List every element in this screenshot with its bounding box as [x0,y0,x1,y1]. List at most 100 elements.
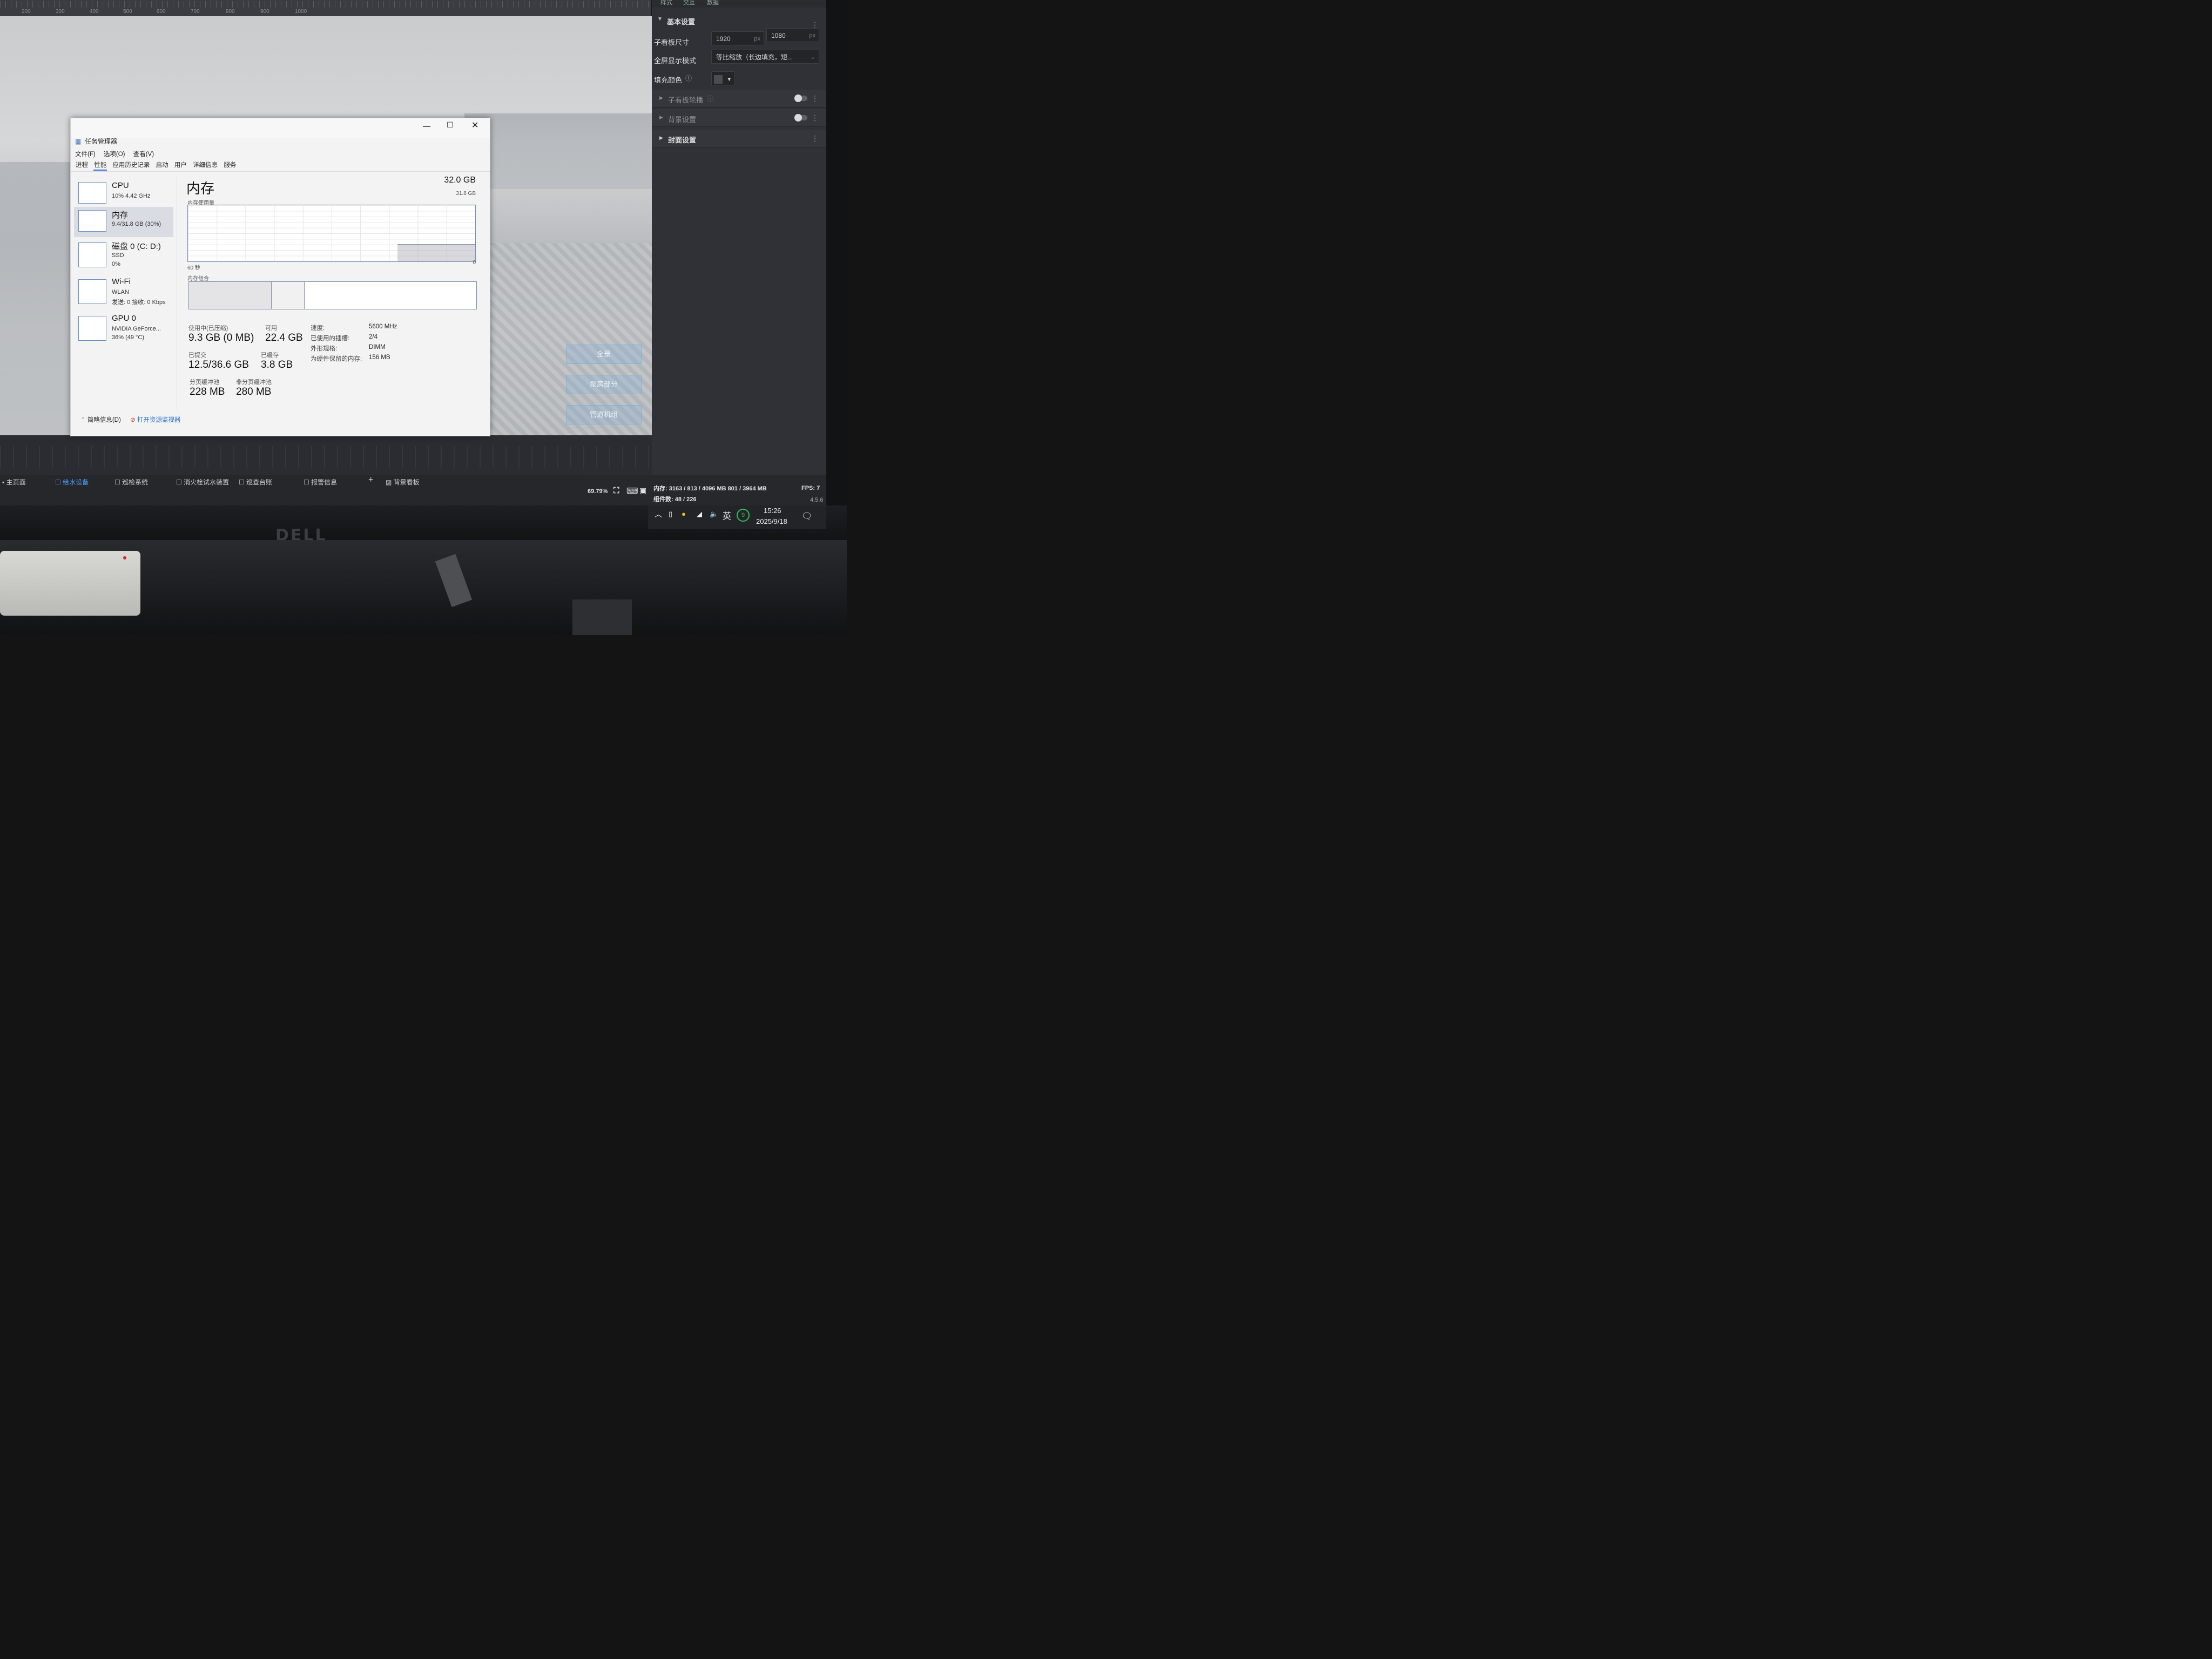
more-icon[interactable]: ⋮ [811,113,819,123]
sidebar-item-cpu[interactable]: CPU 10% 4.42 GHz [74,179,173,209]
sidebar-item-label: Wi-Fi [112,277,131,286]
add-tab-button[interactable]: + [368,475,373,485]
usage-max: 31.8 GB [456,191,476,197]
carousel-section[interactable]: ▶ 子看板轮播 ⓘ ⋮ [652,90,826,107]
status-bar: 69.79% ⛶ ⌨ ▣ 内存: 3163 / 813 / 4096 MB 80… [582,475,826,505]
sidebar-item-disk[interactable]: 磁盘 0 (C: D:) SSD 0% [74,238,173,271]
tab-data[interactable]: 数据 [707,0,719,6]
tab-water-supply[interactable]: ☐ 给水设备 [55,477,89,487]
more-icon[interactable]: ⋮ [811,134,819,143]
available-label: 可用 [265,325,277,332]
tab-style[interactable]: 样式 [660,0,672,6]
sidebar-item-detail: SSD [112,252,124,259]
fit-screen-icon[interactable]: ⛶ [613,486,619,495]
sidebar-item-gpu[interactable]: GPU 0 NVIDIA GeForce... 36% (49 °C) [74,312,173,344]
basic-section-header[interactable]: ▼ 基本设置 ⋮ [652,13,826,29]
tab-interaction[interactable]: 交互 [683,0,695,6]
sidebar-item-memory[interactable]: 内存 9.4/31.8 GB (30%) [74,207,173,237]
color-picker[interactable]: ▼ [711,71,735,85]
ruler-label: 900 [260,9,269,15]
color-swatch [714,75,723,84]
app-badge[interactable]: 9 [737,509,750,522]
brief-info-link[interactable]: 简略信息(D) [87,417,121,423]
building-model [464,113,652,189]
memory-composition-bar [188,281,477,309]
sidebar-item-label: CPU [112,181,129,190]
nonpaged-pool-label: 非分页缓冲池 [236,379,272,386]
tab-inspection[interactable]: ☐ 巡检系统 [114,477,148,487]
cover-section[interactable]: ▶ 封面设置 ⋮ [652,130,826,147]
window-title: 任务管理器 [85,138,118,145]
sidebar-item-detail: WLAN [112,289,129,295]
tab-hydrant-test[interactable]: ☐ 消火栓试水装置 [176,477,229,487]
tab-bar: 进程 性能 应用历史记录 启动 用户 详细信息 服务 [75,160,240,171]
tab-users[interactable]: 用户 [174,161,187,170]
carousel-toggle[interactable] [794,95,807,102]
committed-value: 12.5/36.6 GB [188,359,249,370]
caret-right-icon: ▶ [659,135,663,140]
panorama-button[interactable]: 全景 [566,345,642,364]
tab-startup[interactable]: 启动 [156,161,169,170]
ime-indicator[interactable]: 英 [723,509,731,522]
tab-performance[interactable]: 性能 [93,161,107,171]
spec-value: 5600 MHz [369,323,397,330]
tab-background-board[interactable]: ▨ 背景看板 [386,477,420,487]
tablet-icon[interactable]: ▯ [669,510,672,518]
spec-value: DIMM [369,344,386,350]
network-icon[interactable]: ◢ [697,510,702,518]
minimize-button[interactable]: — [423,122,430,130]
tab-label: 给水设备 [63,478,89,486]
spec-key: 已使用的插槽: [311,335,350,342]
more-icon[interactable]: ⋮ [811,94,819,103]
cable [572,599,632,635]
chevron-up-icon[interactable]: ⌃ [80,417,86,423]
resource-monitor-link[interactable]: 打开资源监视器 [137,417,181,423]
tab-processes[interactable]: 进程 [75,161,89,170]
chevron-up-icon[interactable]: ︿ [655,509,662,520]
sidebar-item-detail: 0% [112,261,120,267]
ruler-ticks [0,1,651,8]
background-toggle[interactable] [794,114,807,122]
menu-bar: 文件(F) 选项(O) 查看(V) [75,150,160,158]
terminal-icon[interactable]: ▣ [639,486,646,495]
notification-icon[interactable]: 🗨 [801,511,812,522]
clock-date[interactable]: 2025/9/18 [756,517,787,525]
menu-view[interactable]: 查看(V) [133,151,154,158]
tab-home[interactable]: ▪ 主页面 [2,477,26,487]
security-icon[interactable]: ● [682,510,686,518]
help-icon[interactable]: ⓘ [685,73,692,83]
volume-icon[interactable]: 🔈 [710,510,718,518]
close-button[interactable]: ✕ [471,120,478,131]
cpu-thumbnail [78,182,106,204]
sidebar-item-detail: 发送: 0 接收: 0 Kbps [112,299,166,306]
tab-alarm[interactable]: ☐ 报警信息 [304,477,337,487]
task-manager-icon: ▦ [75,138,82,145]
cached-value: 3.8 GB [261,359,293,370]
height-input[interactable]: 1080 px [766,28,819,42]
tab-app-history[interactable]: 应用历史记录 [112,161,150,170]
segment-divider [304,282,305,309]
maximize-button[interactable]: ☐ [447,120,454,130]
clock-time[interactable]: 15:26 [764,507,781,515]
component-count: 组件数: 48 / 226 [653,496,697,503]
fullscreen-select[interactable]: 等比缩放（长边填充，短... ⌄ [711,50,819,64]
cached-label: 已缓存 [261,352,279,359]
background-section[interactable]: ▶ 背景设置 ⋮ [652,109,826,127]
sidebar-item-wifi[interactable]: Wi-Fi WLAN 发送: 0 接收: 0 Kbps [74,275,173,307]
menu-file[interactable]: 文件(F) [75,151,96,158]
tab-patrol-ledger[interactable]: ☐ 巡查台账 [239,477,272,487]
in-use-segment [189,282,271,309]
width-input[interactable]: 1920 px [711,31,764,45]
windows-taskbar: ︿ ▯ ● ◢ 🔈 英 9 15:26 2025/9/18 🗨 [648,505,826,529]
tab-details[interactable]: 详细信息 [192,161,218,170]
unit-label: px [809,32,815,39]
pipe-unit-button[interactable]: 管道机组 [566,405,642,424]
caret-down-icon: ▼ [657,16,663,22]
menu-options[interactable]: 选项(O) [104,151,125,158]
pump-room-button[interactable]: 泵房部分 [566,375,642,394]
performance-sidebar: CPU 10% 4.42 GHz 内存 9.4/31.8 GB (30%) 磁盘… [74,176,173,413]
fullscreen-label: 全屏显示模式 [654,57,697,65]
tab-services[interactable]: 服务 [223,161,237,170]
keyboard-icon[interactable]: ⌨ [626,486,638,496]
help-icon[interactable]: ⓘ [707,94,713,103]
